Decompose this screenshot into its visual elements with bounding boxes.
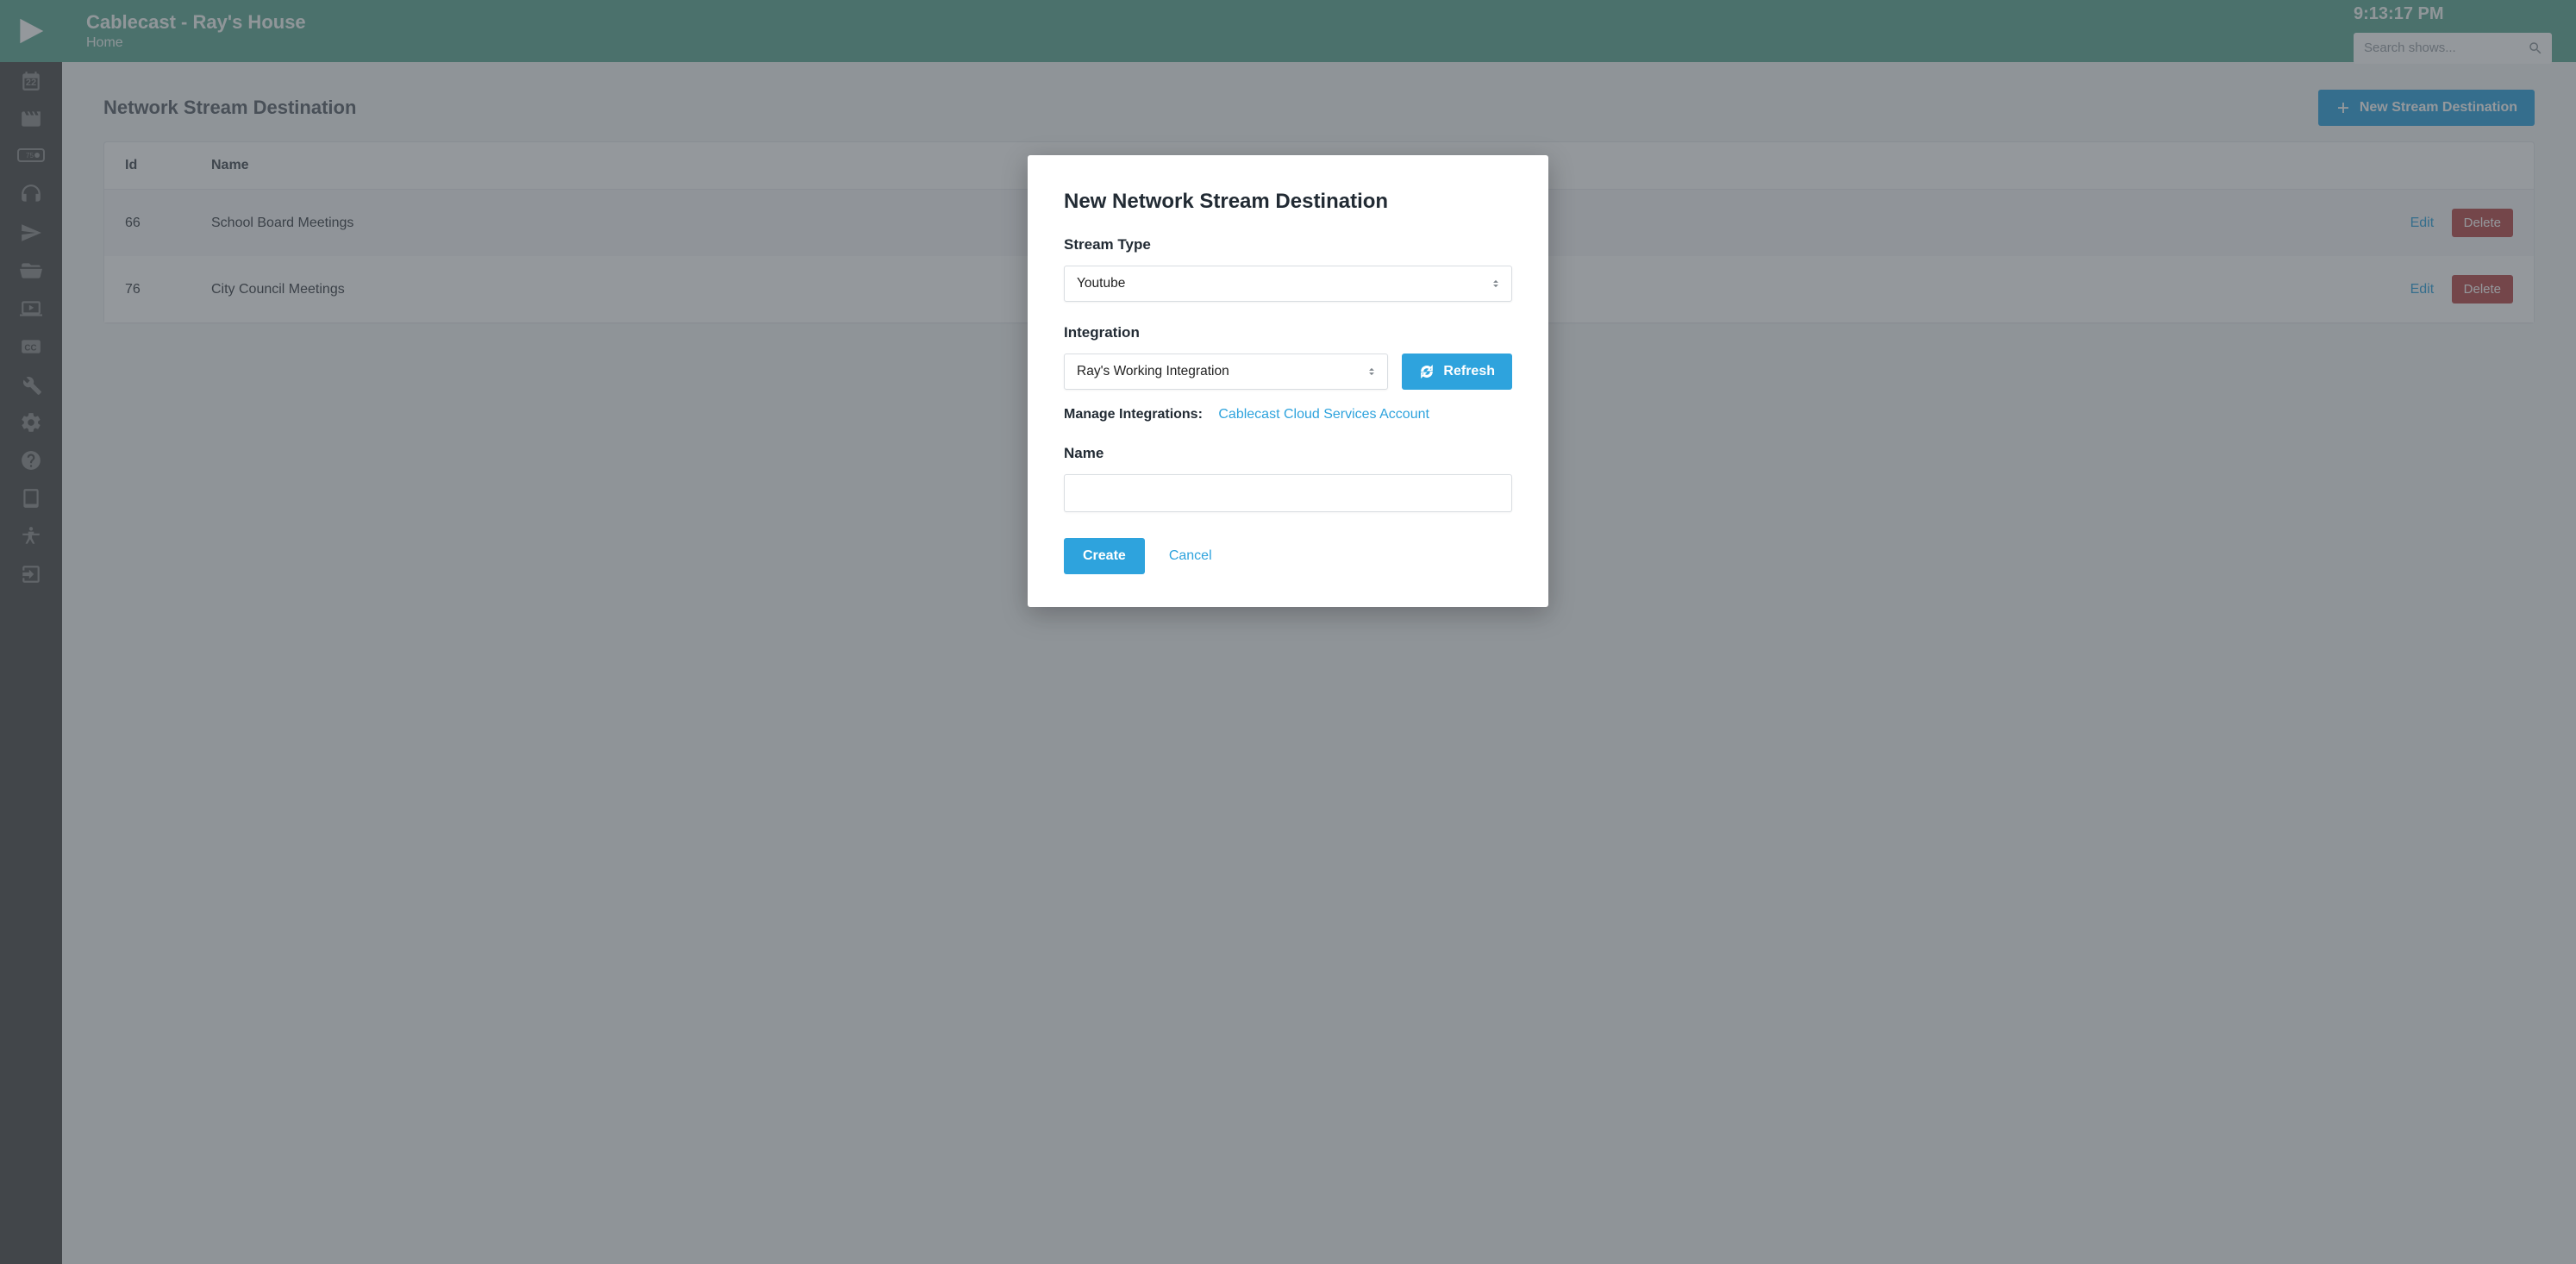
integration-label: Integration <box>1064 324 1512 341</box>
new-stream-destination-modal: New Network Stream Destination Stream Ty… <box>1028 155 1548 607</box>
integration-select[interactable]: Ray's Working Integration <box>1064 354 1388 390</box>
cloud-services-account-link[interactable]: Cablecast Cloud Services Account <box>1218 407 1429 422</box>
name-input[interactable] <box>1064 474 1512 512</box>
name-label: Name <box>1064 445 1512 462</box>
integration-value: Ray's Working Integration <box>1077 364 1229 379</box>
refresh-button[interactable]: Refresh <box>1402 354 1512 390</box>
chevron-updown-icon <box>1366 366 1378 378</box>
modal-overlay[interactable]: New Network Stream Destination Stream Ty… <box>0 0 2576 1264</box>
stream-type-select[interactable]: Youtube <box>1064 266 1512 302</box>
create-button[interactable]: Create <box>1064 538 1145 574</box>
modal-title: New Network Stream Destination <box>1064 190 1512 214</box>
manage-integrations-line: Manage Integrations: Cablecast Cloud Ser… <box>1064 407 1512 422</box>
cancel-button[interactable]: Cancel <box>1169 548 1212 564</box>
chevron-updown-icon <box>1490 278 1502 290</box>
refresh-label: Refresh <box>1443 364 1495 379</box>
refresh-icon <box>1419 364 1435 379</box>
stream-type-value: Youtube <box>1077 276 1125 291</box>
stream-type-label: Stream Type <box>1064 236 1512 253</box>
manage-integrations-label: Manage Integrations: <box>1064 407 1203 422</box>
